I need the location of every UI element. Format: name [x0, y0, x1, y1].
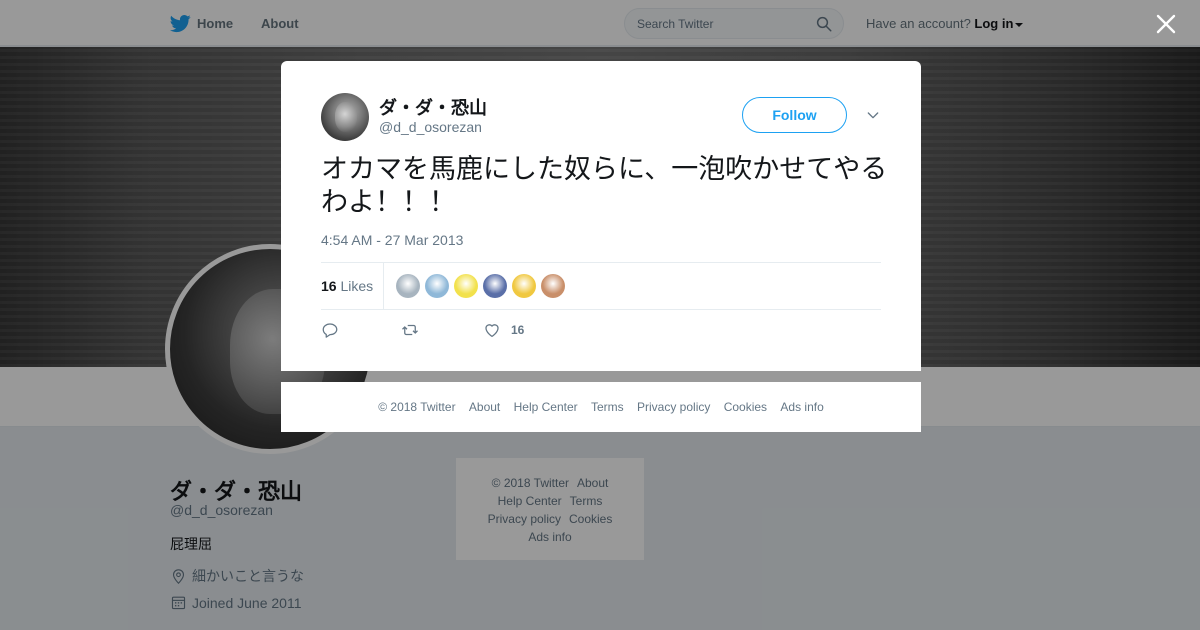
liker-avatars: [396, 274, 570, 298]
follow-button[interactable]: Follow: [742, 97, 847, 133]
reply-button[interactable]: [321, 321, 339, 339]
tweet-text: オカマを馬鹿にした奴らに、一泡吹かせてやるわよ！！！: [321, 154, 888, 217]
heart-icon: [485, 324, 499, 338]
tweet-stats: 16 Likes: [321, 262, 881, 310]
tweet-author-name[interactable]: ダ・ダ・恐山: [379, 94, 487, 120]
like-button[interactable]: 16: [483, 321, 524, 339]
modal-footer-ads-link[interactable]: Ads info: [780, 400, 823, 414]
likes-label: Likes: [340, 278, 374, 294]
likes-count: 16: [321, 278, 337, 294]
tweet-actions: 16: [321, 319, 881, 343]
liker-avatar[interactable]: [396, 274, 420, 298]
liker-avatar[interactable]: [483, 274, 507, 298]
close-icon[interactable]: [1154, 12, 1178, 36]
like-action-count: 16: [511, 323, 525, 337]
liker-avatar[interactable]: [454, 274, 478, 298]
modal-footer-copyright: © 2018 Twitter: [378, 400, 456, 414]
retweet-button[interactable]: [401, 321, 419, 339]
liker-avatar[interactable]: [425, 274, 449, 298]
liker-avatar[interactable]: [512, 274, 536, 298]
likes-stat[interactable]: 16 Likes: [321, 278, 373, 294]
modal-footer-cookies-link[interactable]: Cookies: [724, 400, 767, 414]
stats-divider: [383, 263, 384, 310]
modal-footer-terms-link[interactable]: Terms: [591, 400, 624, 414]
modal-footer-privacy-link[interactable]: Privacy policy: [637, 400, 710, 414]
modal-footer-about-link[interactable]: About: [469, 400, 500, 414]
modal-footer-help-link[interactable]: Help Center: [514, 400, 578, 414]
modal-footer: © 2018 Twitter About Help Center Terms P…: [281, 382, 921, 432]
tweet-timestamp[interactable]: 4:54 AM - 27 Mar 2013: [321, 232, 463, 248]
tweet-author-handle[interactable]: @d_d_osorezan: [379, 119, 482, 135]
liker-avatar[interactable]: [541, 274, 565, 298]
tweet-author-avatar[interactable]: [321, 93, 369, 141]
chevron-down-icon[interactable]: [865, 107, 881, 123]
reply-icon: [322, 323, 338, 338]
retweet-icon: [402, 324, 418, 336]
tweet-modal: ダ・ダ・恐山 @d_d_osorezan Follow オカマを馬鹿にした奴らに…: [281, 61, 921, 371]
